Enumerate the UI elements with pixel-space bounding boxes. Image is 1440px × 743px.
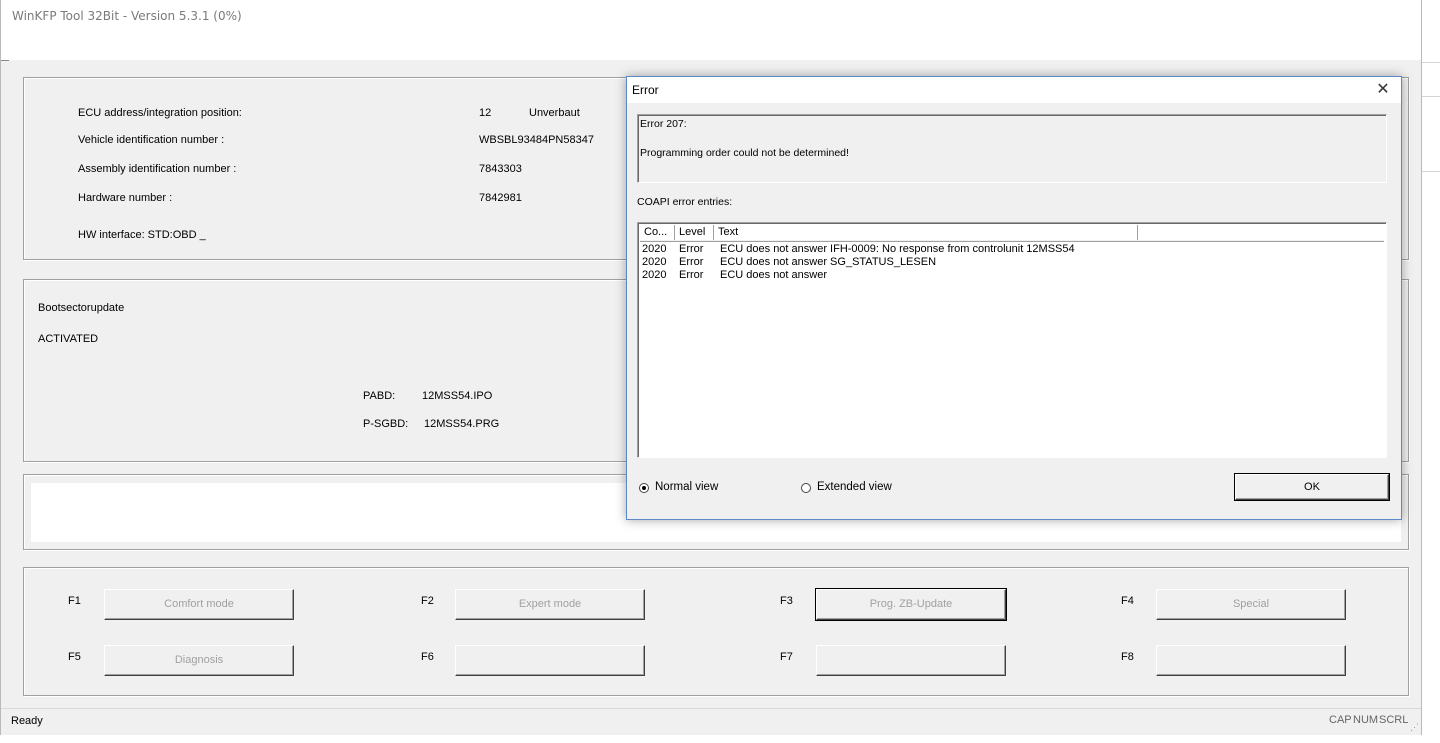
f7-key-label: F7: [780, 651, 793, 663]
column-level[interactable]: Level: [675, 225, 714, 240]
num-indicator: NUM: [1353, 714, 1379, 726]
error-entries-list[interactable]: Co... Level Text 2020 Error ECU does not…: [637, 222, 1387, 458]
f1-key-label: F1: [68, 595, 81, 607]
error-dialog: Error ✕ Error 207: Programming order cou…: [626, 76, 1402, 520]
row-text: ECU does not answer: [720, 269, 827, 281]
cap-indicator: CAP: [1329, 714, 1352, 726]
extended-view-label[interactable]: Extended view: [817, 481, 892, 493]
ecu-address-status: Unverbaut: [529, 107, 580, 119]
dialog-title: Error: [632, 83, 659, 97]
f6-key-label: F6: [421, 651, 434, 663]
boot-title: Bootsectorupdate: [38, 302, 125, 314]
function-keys-group: F1 Comfort mode F2 Expert mode F3 Prog. …: [23, 567, 1409, 696]
psgbd-value: 12MSS54.PRG: [424, 418, 500, 430]
f5-key-label: F5: [68, 651, 81, 663]
prog-zb-update-button[interactable]: Prog. ZB-Update: [816, 589, 1006, 620]
dialog-title-bar[interactable]: Error ✕: [627, 77, 1401, 103]
background-divider: [1422, 171, 1440, 172]
row-text: ECU does not answer IFH-0009: No respons…: [720, 243, 1075, 255]
psgbd-label: P-SGBD:: [363, 418, 409, 430]
f4-key-label: F4: [1121, 595, 1134, 607]
vin-label: Vehicle identification number :: [78, 134, 225, 146]
background-divider: [1422, 62, 1440, 63]
row-level: Error: [679, 256, 704, 268]
boot-status: ACTIVATED: [38, 333, 99, 345]
diagnosis-button[interactable]: Diagnosis: [104, 645, 294, 676]
f2-key-label: F2: [421, 595, 434, 607]
special-button[interactable]: Special: [1156, 589, 1346, 620]
hardware-value: 7842981: [479, 192, 522, 204]
f6-button[interactable]: [455, 645, 645, 676]
close-icon[interactable]: ✕: [1365, 77, 1401, 103]
extended-view-radio[interactable]: [801, 483, 811, 493]
error-message: Programming order could not be determine…: [640, 147, 849, 159]
f7-button[interactable]: [816, 645, 1006, 676]
background-divider: [1422, 96, 1440, 97]
error-code: Error 207:: [640, 118, 687, 130]
assembly-value: 7843303: [479, 163, 522, 175]
pabd-value: 12MSS54.IPO: [422, 390, 493, 402]
ecu-address-value: 12: [479, 107, 492, 119]
column-text[interactable]: Text: [714, 225, 1138, 240]
f8-button[interactable]: [1156, 645, 1346, 676]
pabd-label: PABD:: [363, 390, 396, 402]
column-extra[interactable]: [1138, 225, 1386, 240]
row-text: ECU does not answer SG_STATUS_LESEN: [720, 256, 937, 268]
row-level: Error: [679, 269, 704, 281]
status-text: Ready: [11, 715, 43, 727]
vin-value: WBSBL93484PN58347: [479, 134, 594, 146]
column-code[interactable]: Co...: [640, 225, 675, 240]
f3-key-label: F3: [780, 595, 793, 607]
title-bar[interactable]: WinKFP Tool 32Bit - Version 5.3.1 (0%): [1, 0, 1421, 61]
normal-view-radio[interactable]: [639, 483, 649, 493]
comfort-mode-button[interactable]: Comfort mode: [104, 589, 294, 620]
hardware-label: Hardware number :: [78, 192, 173, 204]
error-message-box: Error 207: Programming order could not b…: [637, 114, 1387, 183]
resize-grip-icon[interactable]: ⋰: [1410, 722, 1419, 733]
expert-mode-button[interactable]: Expert mode: [455, 589, 645, 620]
list-header: Co... Level Text: [640, 225, 1386, 242]
assembly-label: Assembly identification number :: [78, 163, 237, 175]
window-title: WinKFP Tool 32Bit - Version 5.3.1 (0%): [12, 9, 242, 23]
ecu-address-label: ECU address/integration position:: [78, 107, 242, 119]
hw-interface: HW interface: STD:OBD _: [78, 229, 206, 241]
row-code: 2020: [642, 269, 667, 281]
normal-view-label[interactable]: Normal view: [655, 481, 718, 493]
coapi-entries-label: COAPI error entries:: [637, 196, 733, 208]
row-code: 2020: [642, 256, 667, 268]
row-level: Error: [679, 243, 704, 255]
row-code: 2020: [642, 243, 667, 255]
status-bar: Ready CAP NUM SCRL ⋰: [1, 708, 1421, 735]
f8-key-label: F8: [1121, 651, 1134, 663]
scrl-indicator: SCRL: [1379, 714, 1409, 726]
ok-button[interactable]: OK: [1235, 474, 1389, 500]
